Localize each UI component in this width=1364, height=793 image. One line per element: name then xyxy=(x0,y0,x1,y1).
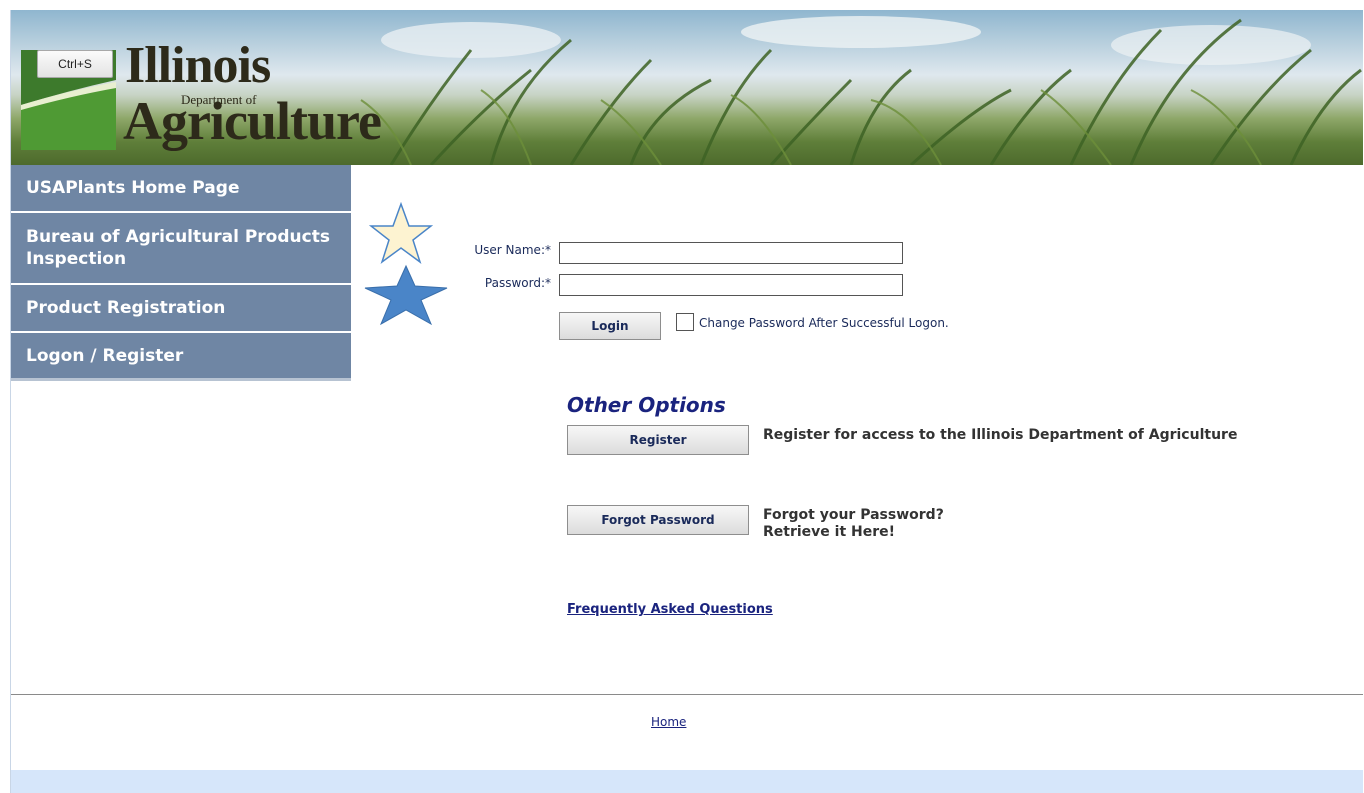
forgot-description-line2: Retrieve it Here! xyxy=(763,524,896,540)
forgot-password-button[interactable]: Forgot Password xyxy=(567,505,749,535)
footer-home-link[interactable]: Home xyxy=(651,715,686,729)
register-description: Register for access to the Illinois Depa… xyxy=(763,427,1238,443)
username-input[interactable] xyxy=(559,242,903,264)
header-banner: Ctrl+S Illinois Department of Agricultur… xyxy=(11,10,1363,165)
sidebar-item-logon-register[interactable]: Logon / Register xyxy=(11,333,351,381)
username-label: User Name:* xyxy=(474,243,551,257)
password-input[interactable] xyxy=(559,274,903,296)
forgot-description: Forgot your Password? Retrieve it Here! xyxy=(763,507,944,541)
password-label: Password:* xyxy=(484,276,551,290)
sidebar-item-product-registration[interactable]: Product Registration xyxy=(11,285,351,333)
sidebar-nav: USAPlants Home Page Bureau of Agricultur… xyxy=(11,165,351,381)
forgot-description-line1: Forgot your Password? xyxy=(763,507,944,523)
footer-divider xyxy=(11,694,1363,695)
bottom-band xyxy=(11,770,1363,793)
change-password-checkbox[interactable] xyxy=(676,313,694,331)
login-button[interactable]: Login xyxy=(559,312,661,340)
faq-link[interactable]: Frequently Asked Questions xyxy=(567,602,773,617)
logo-agriculture-text: Agriculture xyxy=(123,91,382,151)
sidebar-item-usaplants-home[interactable]: USAPlants Home Page xyxy=(11,165,351,213)
logo-illinois-text: Illinois xyxy=(125,37,271,94)
register-button[interactable]: Register xyxy=(567,425,749,455)
ctrl-s-tooltip: Ctrl+S xyxy=(37,50,113,78)
other-options-title: Other Options xyxy=(567,393,726,417)
page: Ctrl+S Illinois Department of Agricultur… xyxy=(10,10,1363,793)
light-star-icon xyxy=(369,202,433,264)
blue-star-icon xyxy=(364,264,448,326)
change-password-label: Change Password After Successful Logon. xyxy=(699,316,949,330)
sidebar-item-bureau[interactable]: Bureau of Agricultural Products Inspecti… xyxy=(11,213,351,285)
